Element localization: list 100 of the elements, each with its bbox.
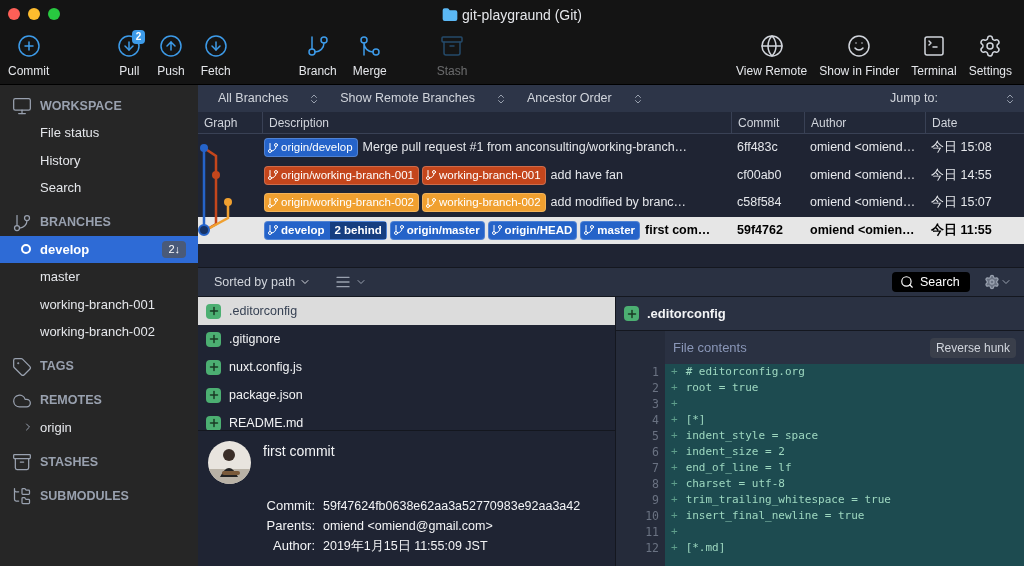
filter-dropdown[interactable]: Show Remote Branches [340,89,507,108]
code-line: [*] [685,411,706,428]
filter-dropdown[interactable]: Ancestor Order [527,89,644,108]
commit-row[interactable]: origin/develop Merge pull request #1 from anconsulting/working-branch… 6ff483c omiend <omiend… 今日 15:08 [198,134,1024,162]
branch-icon [267,224,279,237]
line-number: 12 [644,540,660,556]
toolbar-button[interactable]: Branch [294,34,341,80]
reverse-hunk-button[interactable]: Reverse hunk [929,337,1016,358]
sidebar-item[interactable]: History [0,146,198,174]
toolbar-button[interactable]: Commit [4,34,54,80]
plus-circle-icon [16,34,41,58]
sidebar-item[interactable]: origin [0,413,198,441]
line-number: 8 [651,476,660,492]
table-cell-text: 今日 15:08 [930,139,993,157]
commit-row[interactable]: origin/working-branch-001 working-branch-001 add have fan cf00ab0 omiend <omiend… 今日 14:55 [198,161,1024,189]
added-file-icon [206,387,221,403]
column-header[interactable]: Description [262,112,731,133]
commit-message: add have fan [550,166,623,184]
table-cell-text: c58f584 [736,194,783,212]
branch-tag: working-branch-002 [421,193,546,213]
column-header[interactable]: Date [925,112,1024,133]
tag-icon [12,356,32,377]
section-heading: STASHES [40,453,99,471]
toolbar-button[interactable]: Fetch [196,34,235,80]
file-row[interactable]: README.md [198,409,615,430]
code-line: charset = utf-8 [685,475,785,492]
commit-row[interactable]: develop 2 behind origin/master origin/HEAD master first com… 59f4762 omiend <omien… 今日 11:55 [198,216,1024,244]
file-row[interactable]: nuxt.config.js [198,353,615,381]
branch-tag: origin/master [389,220,485,240]
table-cell-text: 今日 15:07 [930,194,993,212]
code-line: # editorconfig.org [685,363,805,380]
branch-icon [424,196,437,209]
table-cell-text: omiend <omiend… [809,166,917,184]
branch-tag: working-branch-001 [421,165,546,185]
toolbar-button[interactable]: Push [153,34,189,80]
section-heading: BRANCHES [40,214,111,232]
file-row[interactable]: .editorconfig [198,297,615,325]
column-header[interactable]: Author [804,112,925,133]
search-field[interactable]: Search [892,272,970,292]
window-title: git-playgraund (Git) [462,5,582,25]
branch-tag: origin/develop [264,138,358,158]
diff-file-name: .editorconfig [647,304,726,323]
view-mode-dropdown[interactable] [335,274,368,290]
sidebar-item[interactable]: Search [0,174,198,202]
up-down-icon [495,92,507,105]
hunk-title: File contents [673,338,747,357]
line-number: 7 [651,460,660,476]
line-number: 10 [644,508,660,524]
commit-row[interactable]: origin/working-branch-002 working-branch-002 add modified by branc… c58f584 omiend <omiend… 今日 15:07 [198,189,1024,217]
up-down-icon [1004,92,1016,105]
code-line: indent_style = space [685,427,819,444]
branch-icon [267,196,279,209]
toolbar-button[interactable]: Show in Finder [815,34,904,80]
current-branch-icon [21,244,31,255]
jump-to-dropdown[interactable]: Jump to: [660,89,1024,108]
close-button[interactable] [8,8,20,20]
table-cell-text: 6ff483c [736,139,779,157]
count-badge: 2 [131,30,146,44]
column-header[interactable]: Graph [198,112,262,133]
added-line-marker: + [671,395,678,412]
table-cell-text: omiend <omien… [809,221,916,239]
toolbar-button[interactable]: View Remote [732,34,812,80]
filter-dropdown[interactable]: All Branches [218,89,321,108]
down-arrow-circle-icon [203,34,228,58]
file-row[interactable]: .gitignore [198,325,615,353]
sidebar-item[interactable]: master [0,263,198,291]
monitor-icon [12,96,32,116]
branch-tag: origin/HEAD [487,220,578,240]
line-number: 5 [651,428,660,444]
sort-dropdown[interactable]: Sorted by path [214,272,312,292]
sidebar-item[interactable]: develop 2↓ [0,235,198,263]
line-number: 3 [651,396,660,412]
line-number: 9 [651,492,660,508]
toolbar-button[interactable]: Merge [348,34,391,80]
code-line: insert_final_newline = true [685,507,865,524]
sidebar-item[interactable]: File status [0,119,198,147]
code-line: end_of_line = lf [685,459,792,476]
toolbar-button[interactable]: Terminal [907,34,961,80]
commit-message: Merge pull request #1 from anconsulting/working-branch… [362,139,688,157]
file-row[interactable]: package.json [198,381,615,409]
section-heading: TAGS [40,358,74,376]
search-icon [900,275,914,289]
sidebar-item[interactable]: working-branch-002 [0,318,198,346]
count-badge: 2↓ [162,241,186,258]
settings-dropdown[interactable] [984,274,1012,290]
code-line: trim_trailing_whitespace = true [685,491,891,508]
merge-icon [357,34,382,58]
added-file-icon [206,359,221,375]
field-value: 2019年1月15日 11:55:09 JST [323,537,488,555]
added-line-marker: + [671,475,678,492]
minimize-button[interactable] [28,8,40,20]
sidebar-item[interactable]: working-branch-001 [0,290,198,318]
toolbar-button[interactable]: Settings [964,34,1016,80]
table-cell-text: omiend <omiend… [809,139,917,157]
column-header[interactable]: Commit [731,112,804,133]
section-heading: REMOTES [40,392,102,410]
zoom-button[interactable] [48,8,60,20]
line-number: 6 [651,444,660,460]
behind-count: 2 behind [330,221,386,239]
added-file-icon [624,306,639,321]
